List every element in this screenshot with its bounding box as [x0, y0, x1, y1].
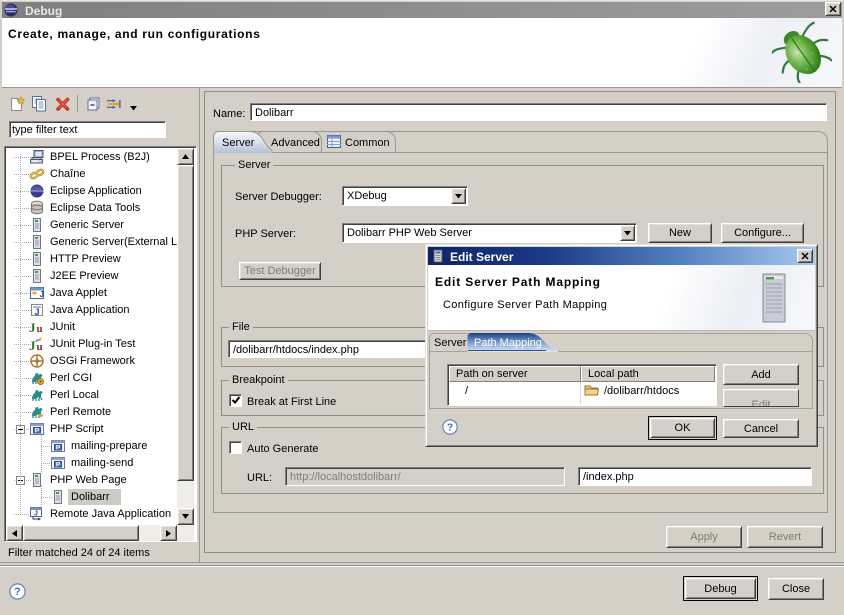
svg-text:J: J [34, 307, 39, 317]
svg-text:J: J [40, 290, 44, 299]
svg-text:?: ? [447, 422, 453, 433]
svg-text:J: J [34, 511, 38, 518]
svg-text:J: J [29, 338, 36, 352]
svg-text:?: ? [14, 586, 21, 598]
svg-text:P: P [35, 428, 40, 435]
svg-text:u: u [37, 341, 43, 352]
svg-text:u: u [37, 323, 43, 335]
svg-text:J: J [29, 320, 36, 335]
svg-text:P: P [56, 462, 61, 469]
svg-text:P: P [56, 445, 61, 452]
